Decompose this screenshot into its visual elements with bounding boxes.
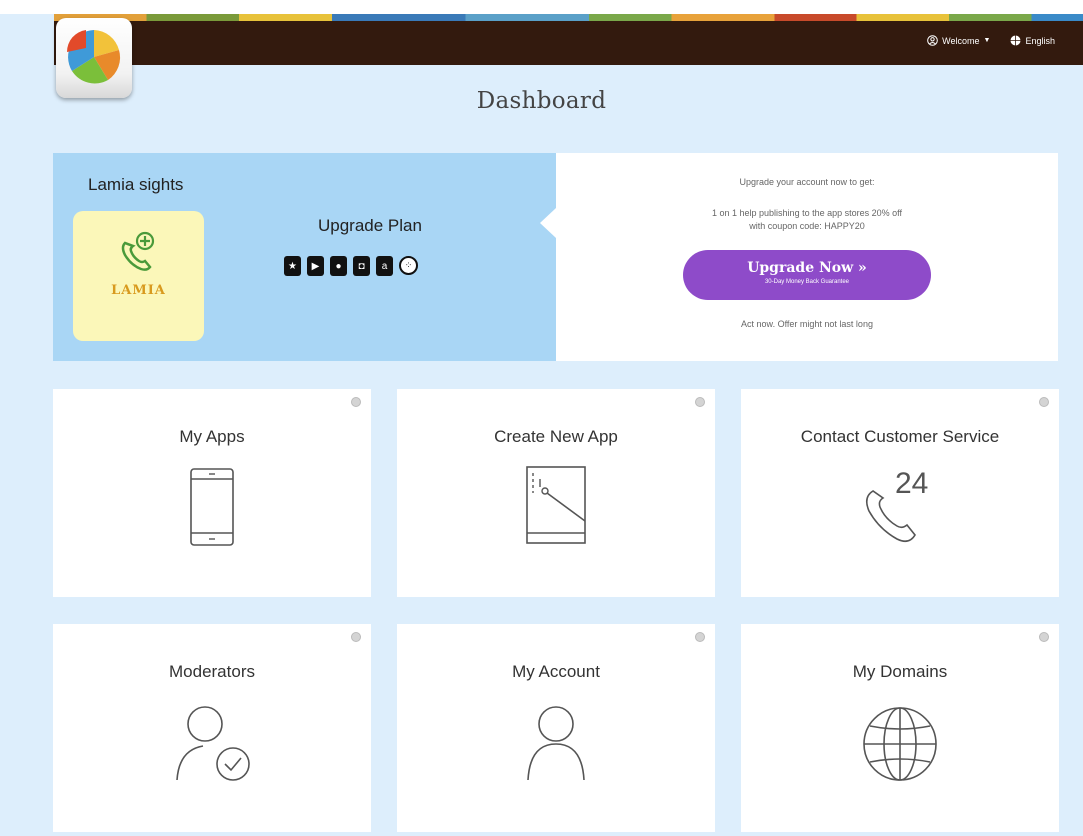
welcome-label: Welcome (942, 35, 980, 46)
card-my-domains[interactable]: My Domains (741, 624, 1059, 832)
card-create-new-app[interactable]: Create New App (397, 389, 715, 597)
card-title: My Apps (179, 427, 245, 446)
promo-footer: Act now. Offer might not last long (741, 319, 873, 329)
store-icons: ★ ▶ ● ◘ a ⁘ (284, 256, 418, 276)
card-my-apps[interactable]: My Apps (53, 389, 371, 597)
color-strip (54, 14, 1083, 21)
language-menu[interactable]: English (1010, 35, 1055, 46)
card-title: Create New App (494, 427, 618, 446)
user-circle-icon (927, 35, 938, 46)
windows-store-icon: ◘ (353, 256, 370, 276)
upgrade-now-button[interactable]: Upgrade Now » 30-Day Money Back Guarante… (683, 250, 931, 300)
language-label: English (1025, 35, 1055, 46)
info-icon[interactable] (695, 397, 705, 407)
blackberry-icon: ⁘ (399, 256, 418, 275)
card-title: Moderators (169, 662, 255, 681)
info-icon[interactable] (351, 632, 361, 642)
user-check-icon (176, 706, 250, 781)
card-title: My Account (512, 662, 600, 681)
pie-logo-icon (66, 30, 121, 84)
card-title: Contact Customer Service (800, 427, 1000, 446)
money-back-label: 30-Day Money Back Guarantee (764, 279, 850, 285)
phone-24-icon: 24 (865, 467, 928, 543)
store-1-icon: ★ (284, 256, 301, 276)
app-name: Lamia sights (88, 175, 184, 194)
google-play-icon: ▶ (307, 256, 324, 276)
welcome-menu[interactable]: Welcome ▼ (927, 35, 990, 46)
amazon-icon: a (376, 256, 393, 276)
header-right-menu: Welcome ▼ English (927, 35, 1055, 46)
promo-line-1: 1 on 1 help publishing to the app stores… (712, 208, 902, 218)
app-thumbnail[interactable]: LAMIA (73, 211, 204, 341)
upgrade-now-label: Upgrade Now » (747, 260, 867, 276)
caret-down-icon: ▼ (983, 37, 991, 44)
user-icon (527, 706, 585, 781)
banner-notch (540, 208, 556, 238)
phone-plus-icon (121, 231, 155, 271)
info-icon[interactable] (695, 632, 705, 642)
svg-text:24: 24 (895, 467, 928, 500)
page-title: Dashboard (476, 88, 607, 114)
promo-line-2: with coupon code: HAPPY20 (749, 221, 865, 231)
app-thumb-text: LAMIA (111, 283, 166, 298)
app-logo[interactable] (56, 18, 132, 98)
create-app-icon (526, 466, 586, 544)
top-whitespace (0, 0, 1083, 14)
smartphone-icon (190, 468, 234, 546)
globe-small-icon (1010, 35, 1021, 46)
app-store-icon: ● (330, 256, 347, 276)
promo-heading: Upgrade your account now to get: (739, 177, 875, 187)
card-moderators[interactable]: Moderators (53, 624, 371, 832)
info-icon[interactable] (351, 397, 361, 407)
card-contact-customer-service[interactable]: Contact Customer Service 24 (741, 389, 1059, 597)
card-my-account[interactable]: My Account (397, 624, 715, 832)
info-icon[interactable] (1039, 397, 1049, 407)
card-title: My Domains (852, 662, 948, 681)
upgrade-plan-label: Upgrade Plan (318, 216, 422, 235)
info-icon[interactable] (1039, 632, 1049, 642)
globe-icon (863, 707, 937, 781)
